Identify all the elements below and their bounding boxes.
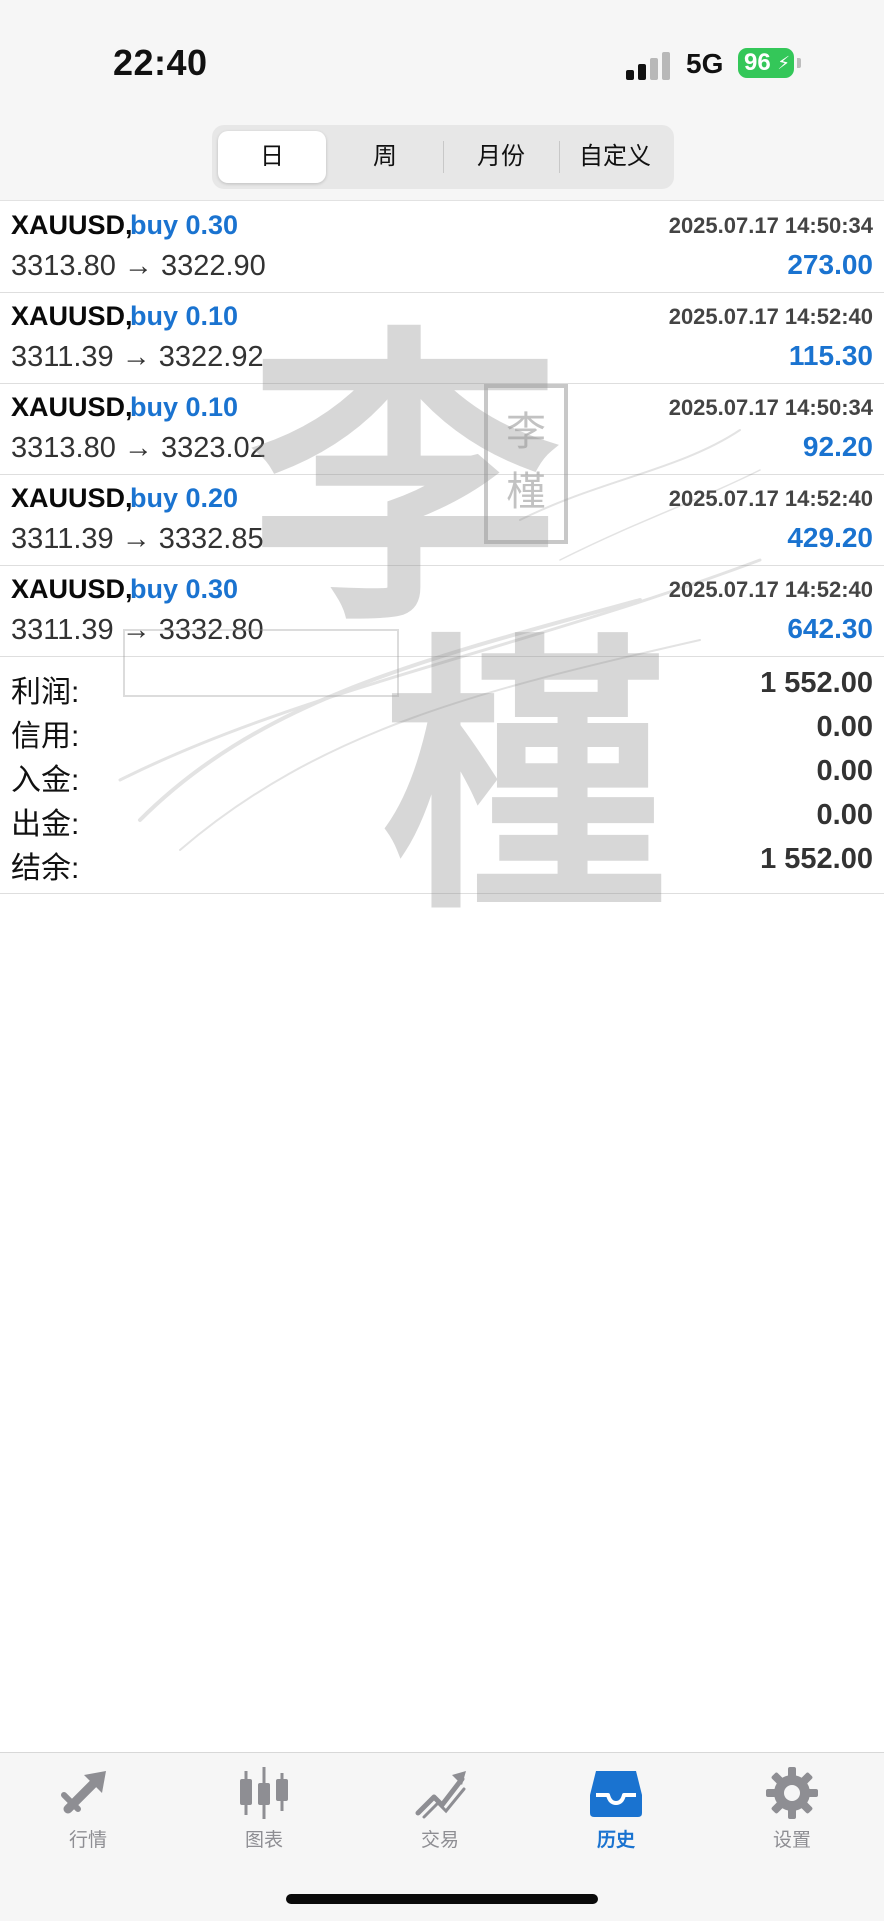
candlestick-icon (240, 1767, 288, 1819)
tab-settings[interactable]: 设置 (704, 1753, 880, 1863)
tab-charts[interactable]: 图表 (176, 1753, 352, 1863)
summary-label: 出金: (11, 808, 80, 841)
tab-label: 行情 (68, 1830, 107, 1851)
deal-prices: 3311.39 → 3332.80 (11, 614, 264, 646)
summary-value: 0.00 (816, 755, 873, 787)
summary-label: 信用: (11, 720, 80, 753)
network-type: 5G (686, 48, 724, 79)
deal-prices: 3311.39 → 3332.85 (11, 523, 264, 555)
deal-profit: 273.00 (787, 249, 873, 280)
deal-symbol: XAUUSD, (11, 574, 133, 604)
deal-row[interactable]: XAUUSD, buy 0.30 3313.80 → 3322.90 2025.… (0, 202, 884, 293)
gear-icon (766, 1767, 818, 1819)
summary-row-withdrawal: 出金: 0.00 (0, 797, 884, 841)
summary-value: 0.00 (816, 711, 873, 743)
deal-time: 2025.07.17 14:52:40 (668, 577, 873, 602)
summary-label: 结余: (11, 852, 80, 885)
summary-row-credit: 信用: 0.00 (0, 709, 884, 753)
tab-history[interactable]: 历史 (528, 1753, 704, 1863)
deal-profit: 642.30 (787, 613, 873, 644)
deal-time: 2025.07.17 14:50:34 (668, 395, 873, 420)
segment-custom[interactable]: 自定义 (560, 131, 670, 183)
deal-prices: 3311.39 → 3322.92 (11, 341, 264, 373)
summary-value: 1 552.00 (760, 667, 873, 699)
deal-row[interactable]: XAUUSD, buy 0.30 3311.39 → 3332.80 2025.… (0, 566, 884, 657)
deals-list: XAUUSD, buy 0.30 3313.80 → 3322.90 2025.… (0, 202, 884, 657)
charging-bolt-icon: ⚡ (777, 53, 790, 73)
tab-trade[interactable]: 交易 (352, 1753, 528, 1863)
period-segmented-control: 日 周 月份 自定义 (212, 125, 674, 189)
period-filter-bar: 日 周 月份 自定义 (0, 125, 884, 201)
summary-label: 入金: (11, 764, 80, 797)
battery-level: 96 (744, 49, 771, 76)
status-time: 22:40 (113, 42, 208, 83)
segment-month[interactable]: 月份 (444, 131, 558, 183)
tab-label: 图表 (244, 1830, 283, 1851)
summary-row-balance: 结余: 1 552.00 (0, 841, 884, 885)
deal-prices: 3313.80 → 3323.02 (11, 432, 266, 464)
summary-row-deposit: 入金: 0.00 (0, 753, 884, 797)
deal-profit: 115.30 (788, 340, 873, 371)
deal-time: 2025.07.17 14:50:34 (668, 213, 873, 238)
status-bar: 22:40 5G 96 ⚡ (0, 0, 884, 125)
tab-label: 交易 (420, 1830, 459, 1851)
deal-symbol: XAUUSD, (11, 210, 133, 240)
deal-time: 2025.07.17 14:52:40 (668, 486, 873, 511)
segment-day[interactable]: 日 (218, 131, 326, 183)
deal-row[interactable]: XAUUSD, buy 0.10 3313.80 → 3323.02 2025.… (0, 384, 884, 475)
deal-symbol: XAUUSD, (11, 392, 133, 422)
deal-type: buy 0.20 (130, 483, 239, 513)
battery-icon: 96 ⚡ (738, 48, 794, 78)
trade-chart-icon (415, 1771, 466, 1819)
account-summary: 利润: 1 552.00 信用: 0.00 入金: 0.00 出金: 0.00 … (0, 665, 884, 894)
summary-value: 0.00 (816, 799, 873, 831)
deal-prices: 3313.80 → 3322.90 (11, 250, 266, 282)
summary-row-profit: 利润: 1 552.00 (0, 665, 884, 709)
segment-week[interactable]: 周 (328, 131, 442, 183)
deal-row[interactable]: XAUUSD, buy 0.20 3311.39 → 3332.85 2025.… (0, 475, 884, 566)
deal-row[interactable]: XAUUSD, buy 0.10 3311.39 → 3322.92 2025.… (0, 293, 884, 384)
summary-value: 1 552.00 (760, 843, 873, 875)
deal-type: buy 0.10 (130, 301, 239, 331)
history-inbox-icon (590, 1771, 642, 1817)
deal-profit: 92.20 (802, 431, 873, 462)
deal-time: 2025.07.17 14:52:40 (668, 304, 873, 329)
cellular-signal-icon (626, 50, 672, 80)
deal-profit: 429.20 (787, 522, 873, 553)
deal-symbol: XAUUSD, (11, 483, 133, 513)
deal-type: buy 0.30 (130, 210, 239, 240)
deal-type: buy 0.30 (130, 574, 239, 604)
deal-symbol: XAUUSD, (11, 301, 133, 331)
home-indicator[interactable] (286, 1894, 598, 1904)
summary-label: 利润: (11, 676, 80, 709)
tab-quotes[interactable]: 行情 (0, 1753, 176, 1863)
tab-label: 设置 (772, 1830, 811, 1851)
trend-arrow-icon (61, 1771, 106, 1814)
deal-type: buy 0.10 (130, 392, 239, 422)
tab-label: 历史 (596, 1830, 635, 1851)
